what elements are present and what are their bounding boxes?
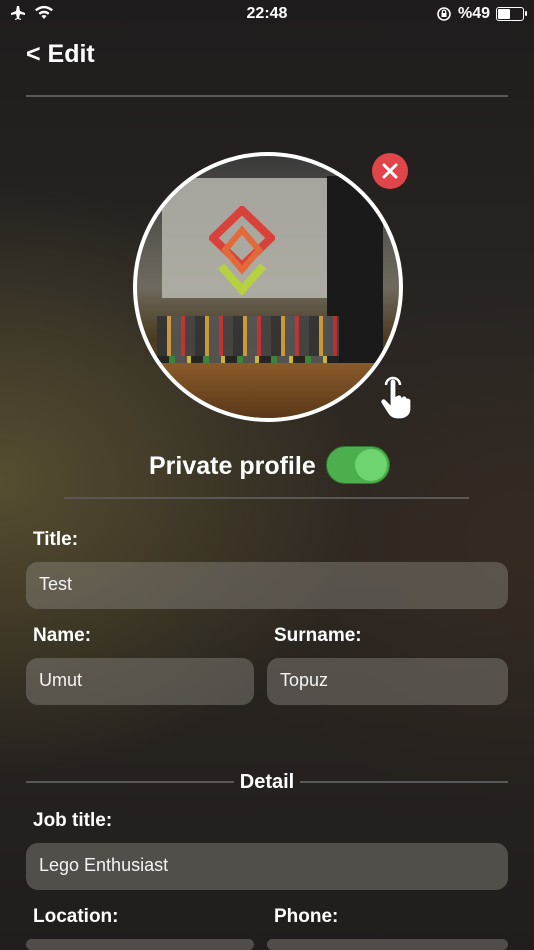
surname-field[interactable]: Topuz xyxy=(267,658,508,705)
location-label: Location: xyxy=(33,906,119,927)
profile-divider xyxy=(64,497,469,499)
title-field[interactable]: Test xyxy=(26,562,508,609)
job-title-label: Job title: xyxy=(33,810,113,831)
private-profile-label: Private profile xyxy=(149,452,316,480)
phone-field[interactable] xyxy=(267,939,508,950)
location-field[interactable] xyxy=(26,939,254,950)
name-label: Name: xyxy=(33,625,92,646)
profile-photo[interactable] xyxy=(133,152,403,422)
name-field[interactable]: Umut xyxy=(26,658,254,705)
job-title-field[interactable]: Lego Enthusiast xyxy=(26,843,508,890)
close-icon xyxy=(382,163,398,179)
phone-label: Phone: xyxy=(274,906,339,927)
header-divider xyxy=(26,95,508,97)
photo-floor xyxy=(137,363,399,418)
detail-divider-right xyxy=(300,781,508,783)
private-profile-row: Private profile xyxy=(0,444,534,488)
toggle-knob xyxy=(355,449,387,481)
remove-photo-button[interactable] xyxy=(372,153,408,189)
status-bar: 22:48 %49 xyxy=(0,0,534,28)
back-button[interactable]: < Edit xyxy=(26,40,95,69)
title-label: Title: xyxy=(33,529,79,550)
photo-logo xyxy=(209,206,275,296)
surname-label: Surname: xyxy=(274,625,362,646)
orientation-lock-icon xyxy=(437,7,451,21)
photo-lego-row-1 xyxy=(157,316,339,356)
battery-icon xyxy=(496,7,527,21)
battery-percent: %49 xyxy=(457,5,490,22)
status-right: %49 xyxy=(436,5,527,23)
private-profile-toggle[interactable] xyxy=(326,446,390,484)
tap-hand-icon xyxy=(380,376,412,420)
